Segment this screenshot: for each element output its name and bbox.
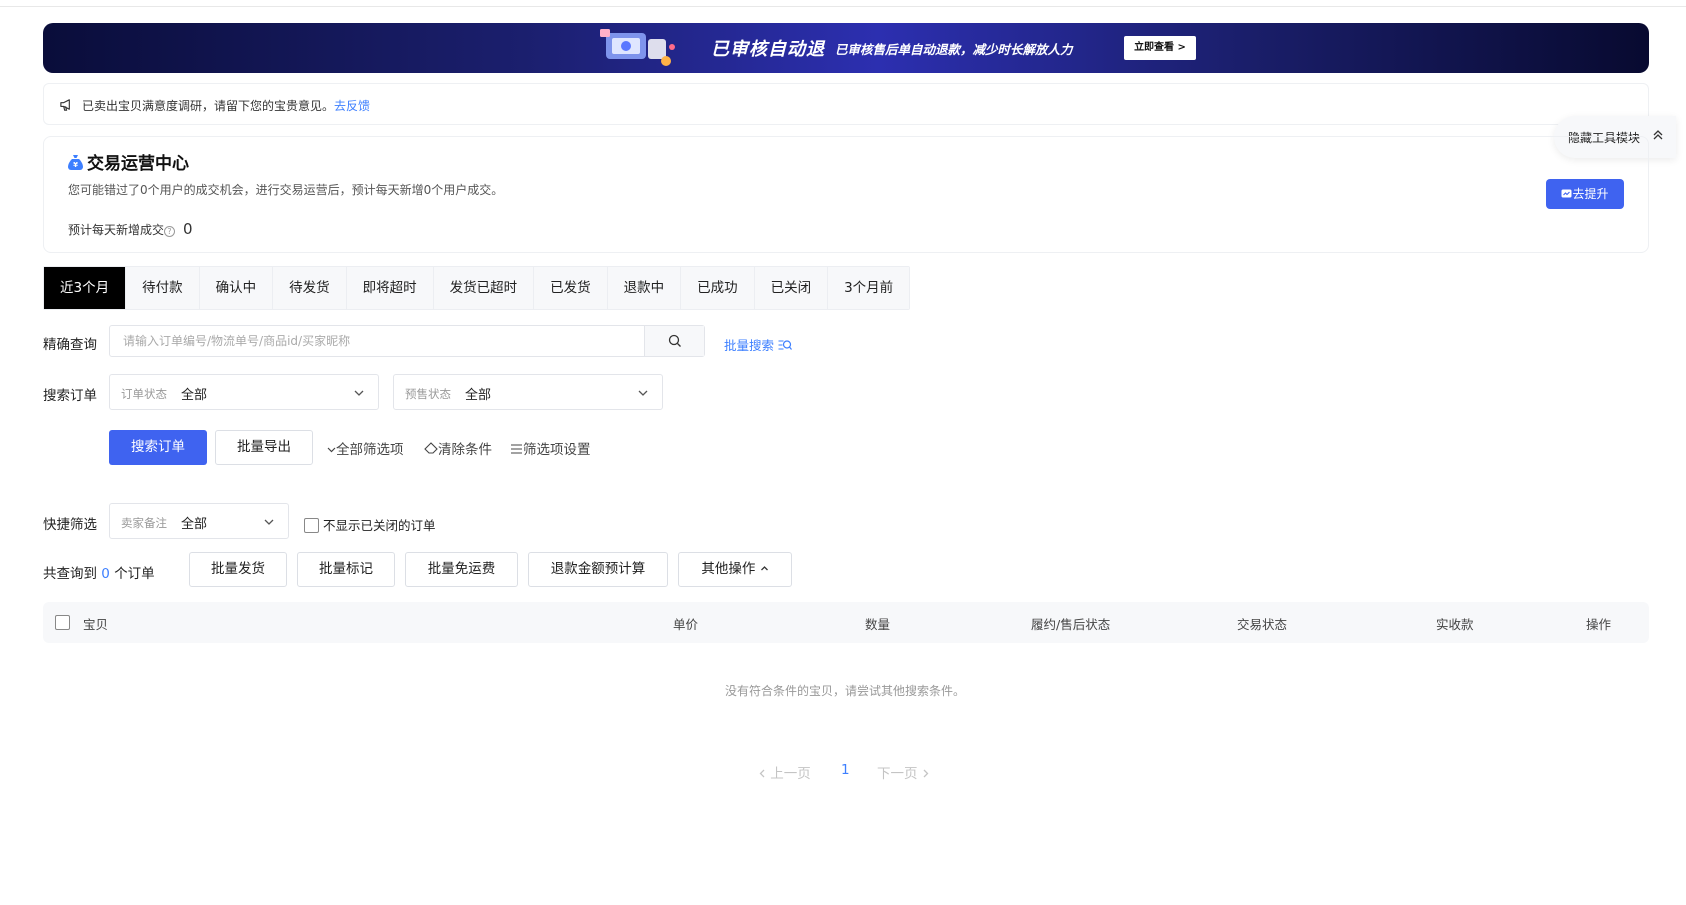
svg-text:¥: ¥: [73, 161, 78, 169]
column-received-amount: 实收款: [1436, 617, 1474, 632]
tab-shipped[interactable]: 已发货: [534, 267, 608, 309]
tab-pending-payment[interactable]: 待付款: [126, 267, 200, 309]
results-suffix: 个订单: [114, 566, 155, 582]
column-trade-status: 交易状态: [1237, 617, 1288, 632]
presale-status-value: 全部: [465, 388, 492, 403]
estimate-value: 0: [183, 220, 193, 238]
order-status-tabs: 近3个月 待付款 确认中 待发货 即将超时 发货已超时 已发货 退款中 已成功 …: [43, 266, 911, 310]
filter-settings-button[interactable]: 筛选项设置: [510, 438, 591, 458]
hide-closed-option[interactable]: 不显示已关闭的订单: [304, 515, 436, 534]
banner-title: 已审核自动退: [711, 39, 825, 60]
menu-lines-icon: [511, 444, 522, 454]
chevron-down-icon: [638, 390, 648, 396]
estimate-label: 预计每天新增成交: [68, 223, 165, 237]
batch-ship-button[interactable]: 批量发货: [189, 552, 287, 587]
search-button[interactable]: [644, 326, 704, 356]
banner-view-button[interactable]: 立即查看 >: [1124, 36, 1196, 60]
tab-to-ship[interactable]: 待发货: [273, 267, 347, 309]
improve-button[interactable]: 去提升: [1546, 179, 1624, 209]
batch-free-shipping-button[interactable]: 批量免运费: [405, 552, 518, 587]
eraser-icon: [424, 442, 438, 454]
precise-search-input[interactable]: [110, 326, 644, 356]
all-filters-label: 全部筛选项: [336, 442, 404, 458]
chevron-right-icon: [923, 769, 929, 778]
quick-filter-label: 快捷筛选: [43, 517, 97, 533]
seller-note-select[interactable]: 卖家备注 全部: [109, 503, 289, 539]
column-item: 宝贝: [83, 617, 109, 632]
improve-button-label: 去提升: [1572, 187, 1609, 201]
hide-closed-checkbox[interactable]: [304, 518, 319, 533]
notice-text: 已卖出宝贝满意度调研，请留下您的宝贵意见。: [82, 99, 335, 113]
chevron-down-icon: [264, 519, 274, 525]
card-description: 您可能错过了0个用户的成交机会，进行交易运营后，预计每天新增0个用户成交。: [68, 183, 504, 197]
presale-status-prefix: 预售状态: [405, 387, 451, 401]
megaphone-icon: [60, 99, 70, 111]
tab-last-3-months[interactable]: 近3个月: [44, 267, 127, 309]
column-actions: 操作: [1586, 617, 1612, 632]
next-page-label: 下一页: [877, 766, 918, 782]
batch-mark-button[interactable]: 批量标记: [297, 552, 395, 587]
batch-search-label: 批量搜索: [724, 338, 775, 353]
precise-search-label: 精确查询: [43, 337, 97, 353]
empty-state-text: 没有符合条件的宝贝，请尝试其他搜索条件。: [725, 684, 966, 698]
batch-export-button[interactable]: 批量导出: [215, 430, 313, 465]
precise-search-box: [109, 325, 705, 357]
seller-note-value: 全部: [181, 517, 208, 532]
top-divider: [0, 6, 1686, 7]
results-summary: 共查询到 0 个订单: [43, 562, 155, 582]
select-all-checkbox[interactable]: [55, 615, 70, 630]
hide-closed-label: 不显示已关闭的订单: [322, 518, 436, 533]
banner-illustration-icon: [600, 29, 675, 66]
tab-refunding[interactable]: 退款中: [607, 267, 682, 309]
tab-shipping-overdue[interactable]: 发货已超时: [433, 267, 535, 309]
refund-precalc-button[interactable]: 退款金额预计算: [528, 552, 668, 587]
order-status-value: 全部: [181, 388, 208, 403]
filter-settings-label: 筛选项设置: [523, 442, 591, 458]
tab-succeeded[interactable]: 已成功: [681, 267, 755, 309]
feedback-link[interactable]: 去反馈: [334, 99, 370, 113]
tab-about-to-timeout[interactable]: 即将超时: [346, 267, 434, 309]
list-search-icon: [778, 340, 792, 350]
card-title: 交易运营中心: [87, 154, 189, 174]
tab-confirming[interactable]: 确认中: [199, 267, 274, 309]
other-actions-dropdown[interactable]: 其他操作: [678, 552, 792, 587]
all-filters-toggle[interactable]: 全部筛选项: [327, 438, 404, 458]
other-actions-label: 其他操作: [701, 561, 756, 577]
results-prefix: 共查询到: [43, 566, 97, 582]
orders-table-header: 宝贝 单价 数量 履约/售后状态 交易状态 实收款 操作: [43, 602, 1649, 643]
operations-center-card: ¥ 交易运营中心 您可能错过了0个用户的成交机会，进行交易运营后，预计每天新增0…: [43, 136, 1649, 253]
chevron-up-icon: [760, 566, 768, 571]
search-orders-label: 搜索订单: [43, 388, 97, 404]
order-status-select[interactable]: 订单状态 全部: [109, 374, 379, 410]
order-status-prefix: 订单状态: [121, 387, 167, 401]
banner-subtitle: 已审核售后单自动退款，减少时长解放人力: [835, 42, 1073, 57]
chevron-left-icon: [759, 769, 765, 778]
prev-page-label: 上一页: [770, 766, 811, 782]
money-bag-icon: ¥: [68, 155, 83, 170]
column-unit-price: 单价: [673, 617, 699, 632]
tab-older-than-3-months[interactable]: 3个月前: [828, 267, 910, 309]
seller-note-prefix: 卖家备注: [121, 516, 167, 530]
results-count: 0: [101, 566, 110, 582]
chevron-down-icon: [327, 447, 336, 453]
chevron-down-icon: [354, 390, 364, 396]
page-number-current[interactable]: 1: [841, 762, 850, 778]
search-icon: [668, 334, 681, 347]
promo-banner[interactable]: 已审核自动退 已审核售后单自动退款，减少时长解放人力 立即查看 >: [43, 23, 1649, 73]
column-quantity: 数量: [865, 617, 891, 632]
batch-search-link[interactable]: 批量搜索: [724, 335, 792, 354]
tab-closed[interactable]: 已关闭: [754, 267, 829, 309]
next-page-button[interactable]: 下一页: [877, 762, 930, 782]
double-chevron-up-icon: [1653, 130, 1663, 140]
help-icon[interactable]: ?: [164, 226, 176, 237]
survey-notice: 已卖出宝贝满意度调研，请留下您的宝贵意见。去反馈: [43, 83, 1649, 125]
clear-conditions-button[interactable]: 清除条件: [424, 438, 492, 458]
column-fulfillment-status: 履约/售后状态: [1031, 617, 1111, 632]
clear-conditions-label: 清除条件: [438, 442, 492, 458]
prev-page-button[interactable]: 上一页: [758, 762, 811, 782]
search-orders-button[interactable]: 搜索订单: [109, 430, 207, 465]
presale-status-select[interactable]: 预售状态 全部: [393, 374, 663, 410]
improve-icon: [1561, 189, 1572, 198]
